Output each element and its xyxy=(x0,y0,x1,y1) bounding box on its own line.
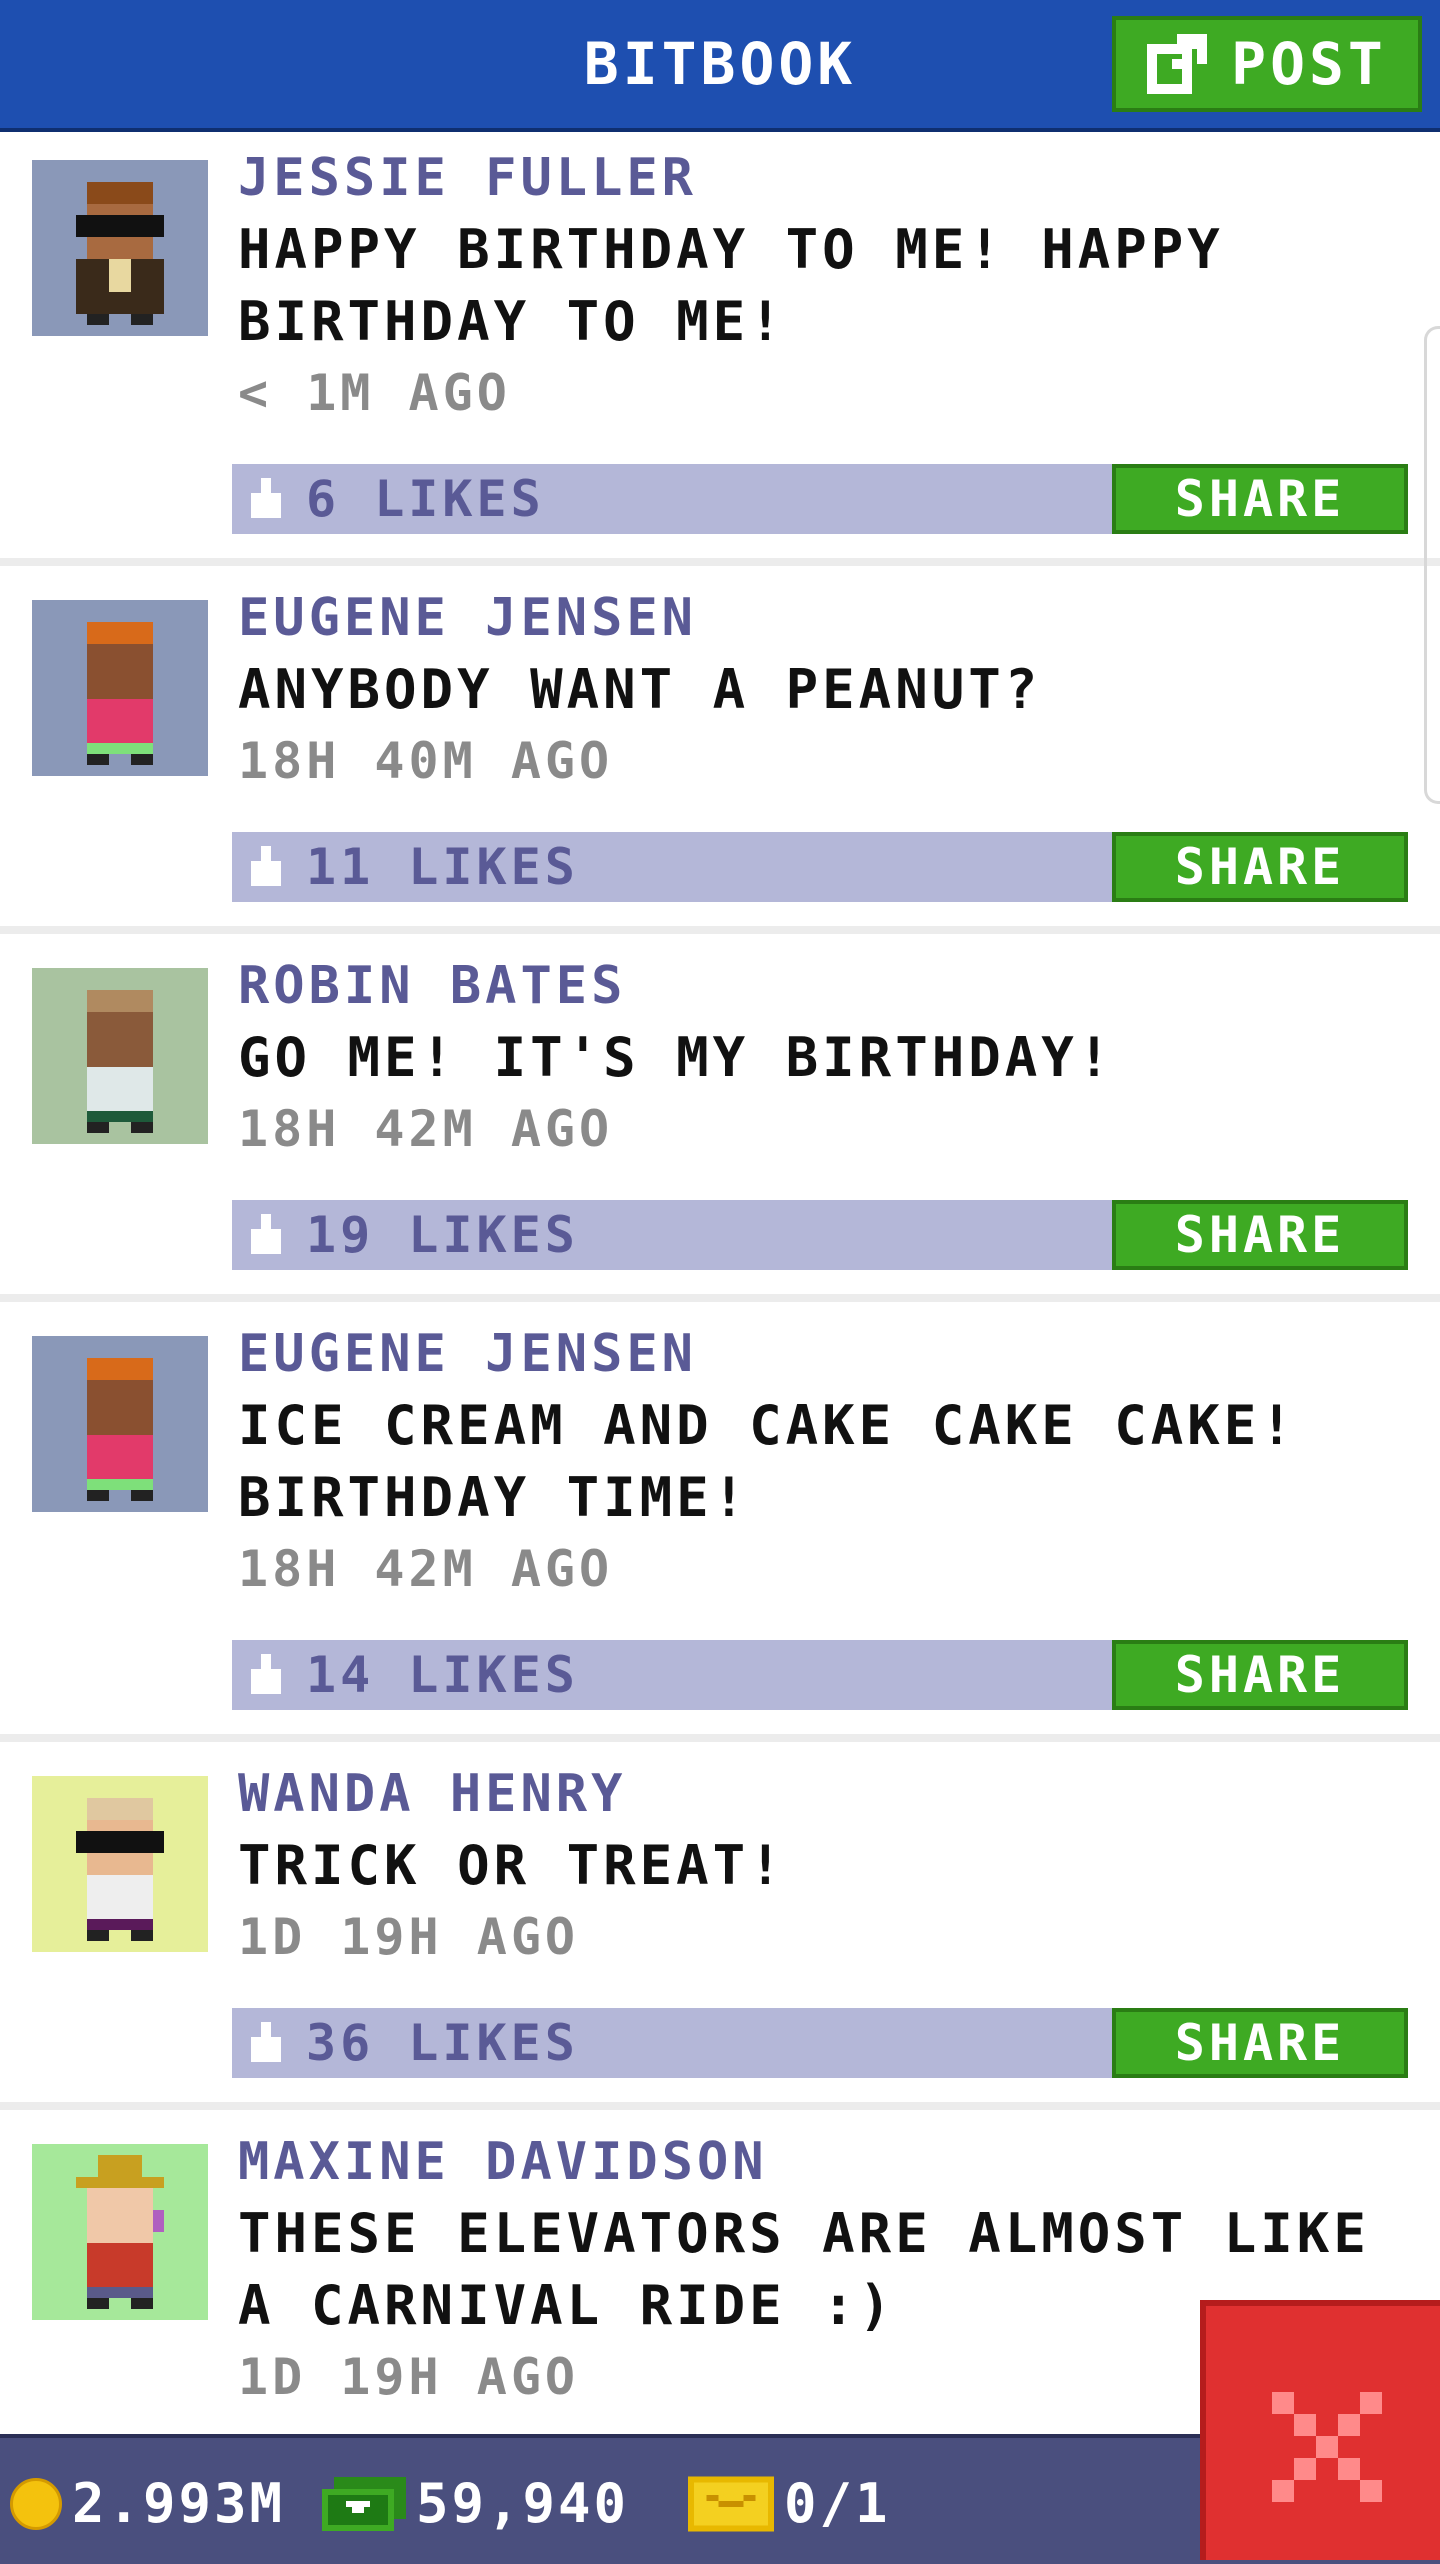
likes-bar: 11 LIKES SHARE xyxy=(232,832,1408,902)
tickets-counter: 0/1 xyxy=(688,2472,891,2535)
post-message: HAPPY BIRTHDAY TO ME! HAPPY BIRTHDAY TO … xyxy=(238,218,1224,353)
post-author[interactable]: EUGENE JENSEN xyxy=(238,1324,697,1384)
divider xyxy=(0,1294,1440,1302)
feed-post: ROBIN BATES GO ME! IT'S MY BIRTHDAY! 18H… xyxy=(0,940,1440,1294)
post-time: 18H 40M AGO xyxy=(238,732,614,790)
likes-count: 36 LIKES xyxy=(306,2014,579,2072)
post-message: ICE CREAM AND CAKE CAKE CAKE! BIRTHDAY T… xyxy=(238,1394,1297,1529)
avatar xyxy=(32,160,208,336)
post-author[interactable]: EUGENE JENSEN xyxy=(238,588,697,648)
post-time: 18H 42M AGO xyxy=(238,1100,614,1158)
likes-bar: 19 LIKES SHARE xyxy=(232,1200,1408,1270)
divider xyxy=(0,558,1440,566)
bux-counter: 59,940 xyxy=(322,2472,629,2535)
divider xyxy=(0,2102,1440,2110)
ticket-icon xyxy=(688,2475,774,2532)
post-time: 1D 19H AGO xyxy=(238,2348,580,2406)
likes-count: 14 LIKES xyxy=(306,1646,579,1704)
avatar xyxy=(32,600,208,776)
post-author[interactable]: JESSIE FULLER xyxy=(238,148,697,208)
avatar xyxy=(32,968,208,1144)
likes-bar: 36 LIKES SHARE xyxy=(232,2008,1408,2078)
thumbs-up-icon xyxy=(251,478,281,518)
divider xyxy=(0,926,1440,934)
post-author[interactable]: MAXINE DAVIDSON xyxy=(238,2132,768,2192)
post-message: TRICK OR TREAT! xyxy=(238,1834,786,1897)
scroll-indicator[interactable] xyxy=(1424,326,1440,804)
feed-post: JESSIE FULLER HAPPY BIRTHDAY TO ME! HAPP… xyxy=(0,132,1440,564)
share-button[interactable]: SHARE xyxy=(1112,1640,1408,1710)
app-header: BITBOOK POST xyxy=(0,0,1440,132)
share-button[interactable]: SHARE xyxy=(1112,832,1408,902)
likes-count: 6 LIKES xyxy=(306,470,545,528)
cash-icon xyxy=(322,2476,406,2531)
post-author[interactable]: ROBIN BATES xyxy=(238,956,626,1016)
thumbs-up-icon xyxy=(251,846,281,886)
thumbs-up-icon xyxy=(251,1214,281,1254)
close-button[interactable] xyxy=(1200,2300,1440,2560)
likes-bar: 14 LIKES SHARE xyxy=(232,1640,1408,1710)
share-button[interactable]: SHARE xyxy=(1112,464,1408,534)
post-button-label: POST xyxy=(1231,30,1387,98)
likes-count: 11 LIKES xyxy=(306,838,579,896)
post-time: 1D 19H AGO xyxy=(238,1908,580,1966)
avatar xyxy=(32,2144,208,2320)
feed-post: WANDA HENRY TRICK OR TREAT! 1D 19H AGO 3… xyxy=(0,1748,1440,2102)
likes-bar: 6 LIKES SHARE xyxy=(232,464,1408,534)
coins-counter: 2.993M xyxy=(10,2472,285,2535)
avatar xyxy=(32,1776,208,1952)
thumbs-up-icon xyxy=(251,2022,281,2062)
feed-post: EUGENE JENSEN ANYBODY WANT A PEANUT? 18H… xyxy=(0,572,1440,926)
edit-icon xyxy=(1147,34,1208,94)
coins-value: 2.993M xyxy=(72,2472,286,2535)
post-time: < 1M AGO xyxy=(238,364,511,422)
coin-icon xyxy=(10,2477,62,2530)
avatar xyxy=(32,1336,208,1512)
tickets-value: 0/1 xyxy=(784,2472,891,2535)
thumbs-up-icon xyxy=(251,1654,281,1694)
share-button[interactable]: SHARE xyxy=(1112,2008,1408,2078)
likes-count: 19 LIKES xyxy=(306,1206,579,1264)
bux-value: 59,940 xyxy=(416,2472,630,2535)
post-button[interactable]: POST xyxy=(1112,16,1422,112)
post-message: ANYBODY WANT A PEANUT? xyxy=(238,658,1042,721)
close-icon xyxy=(1272,2392,1382,2502)
feed-post: EUGENE JENSEN ICE CREAM AND CAKE CAKE CA… xyxy=(0,1308,1440,1734)
post-message: GO ME! IT'S MY BIRTHDAY! xyxy=(238,1026,1115,1089)
divider xyxy=(0,1734,1440,1742)
post-author[interactable]: WANDA HENRY xyxy=(238,1764,626,1824)
post-time: 18H 42M AGO xyxy=(238,1540,614,1598)
share-button[interactable]: SHARE xyxy=(1112,1200,1408,1270)
